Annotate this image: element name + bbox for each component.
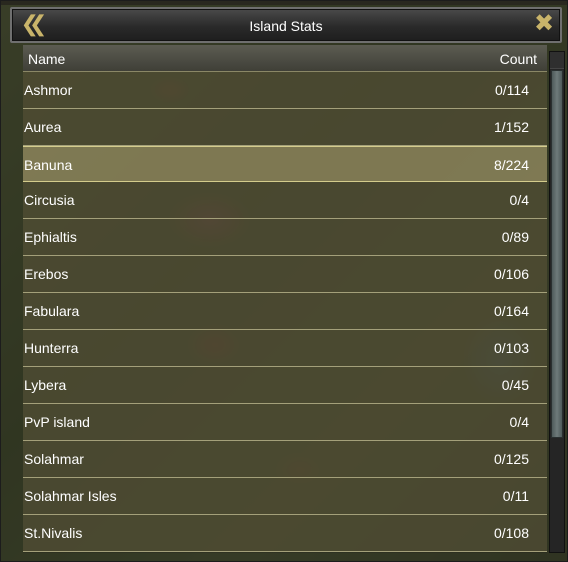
table-row[interactable]: Circusia 0/4 bbox=[23, 182, 547, 219]
row-name: Ashmor bbox=[24, 82, 73, 98]
table-row[interactable]: Lybera 0/45 bbox=[23, 367, 547, 404]
row-name: Solahmar bbox=[24, 451, 84, 467]
island-stats-table: Name Count Ashmor 0/114 Aurea 1/152 Banu… bbox=[23, 45, 547, 553]
table-header: Name Count bbox=[23, 45, 547, 72]
table-row[interactable]: Ashmor 0/114 bbox=[23, 72, 547, 109]
row-name: Ephialtis bbox=[24, 229, 77, 245]
row-count: 0/11 bbox=[502, 488, 529, 504]
row-name: Aurea bbox=[24, 119, 62, 135]
row-count: 0/108 bbox=[493, 525, 529, 541]
table-row[interactable]: Hunterra 0/103 bbox=[23, 330, 547, 367]
row-name: Solahmar Isles bbox=[24, 488, 117, 504]
table-row[interactable]: St.Nivalis 0/108 bbox=[23, 515, 547, 552]
row-count: 1/152 bbox=[493, 119, 529, 135]
table-rows: Ashmor 0/114 Aurea 1/152 Banuna 8/224 Ci… bbox=[23, 72, 547, 552]
row-count: 8/224 bbox=[493, 157, 529, 173]
row-count: 0/89 bbox=[501, 229, 529, 245]
scrollbar-top-cap bbox=[550, 52, 564, 69]
table-row[interactable]: Aurea 1/152 bbox=[23, 109, 547, 146]
row-name: Circusia bbox=[24, 192, 75, 208]
window-title: Island Stats bbox=[249, 18, 323, 34]
row-name: St.Nivalis bbox=[24, 525, 83, 541]
island-stats-window: ❮❮ Island Stats ✖ Name Count Ashmor 0/11… bbox=[0, 0, 568, 562]
table-row[interactable]: Erebos 0/106 bbox=[23, 256, 547, 293]
title-bar: ❮❮ Island Stats ✖ bbox=[10, 7, 562, 43]
table-row[interactable]: Fabulara 0/164 bbox=[23, 293, 547, 330]
row-name: Hunterra bbox=[24, 340, 79, 356]
row-count: 0/164 bbox=[493, 303, 529, 319]
row-name: Lybera bbox=[24, 377, 67, 393]
row-count: 0/45 bbox=[501, 377, 529, 393]
close-x-icon[interactable]: ✖ bbox=[530, 10, 558, 38]
row-count: 0/103 bbox=[493, 340, 529, 356]
scrollbar-thumb[interactable] bbox=[551, 70, 563, 438]
table-row[interactable]: Solahmar Isles 0/11 bbox=[23, 478, 547, 515]
table-row-selected[interactable]: Banuna 8/224 bbox=[23, 146, 547, 182]
table-row[interactable]: Solahmar 0/125 bbox=[23, 441, 547, 478]
table-row[interactable]: PvP island 0/4 bbox=[23, 404, 547, 441]
row-count: 0/114 bbox=[495, 82, 529, 98]
row-count: 0/125 bbox=[493, 451, 529, 467]
row-name: Fabulara bbox=[24, 303, 80, 319]
row-name: PvP island bbox=[24, 414, 90, 430]
column-header-name[interactable]: Name bbox=[28, 51, 65, 67]
row-count: 0/4 bbox=[509, 192, 529, 208]
row-name: Banuna bbox=[24, 157, 73, 173]
row-count: 0/106 bbox=[493, 266, 529, 282]
table-row[interactable]: Ephialtis 0/89 bbox=[23, 219, 547, 256]
column-header-count[interactable]: Count bbox=[500, 51, 537, 67]
vertical-scrollbar[interactable] bbox=[549, 51, 565, 553]
row-name: Erebos bbox=[24, 266, 69, 282]
row-count: 0/4 bbox=[509, 414, 529, 430]
